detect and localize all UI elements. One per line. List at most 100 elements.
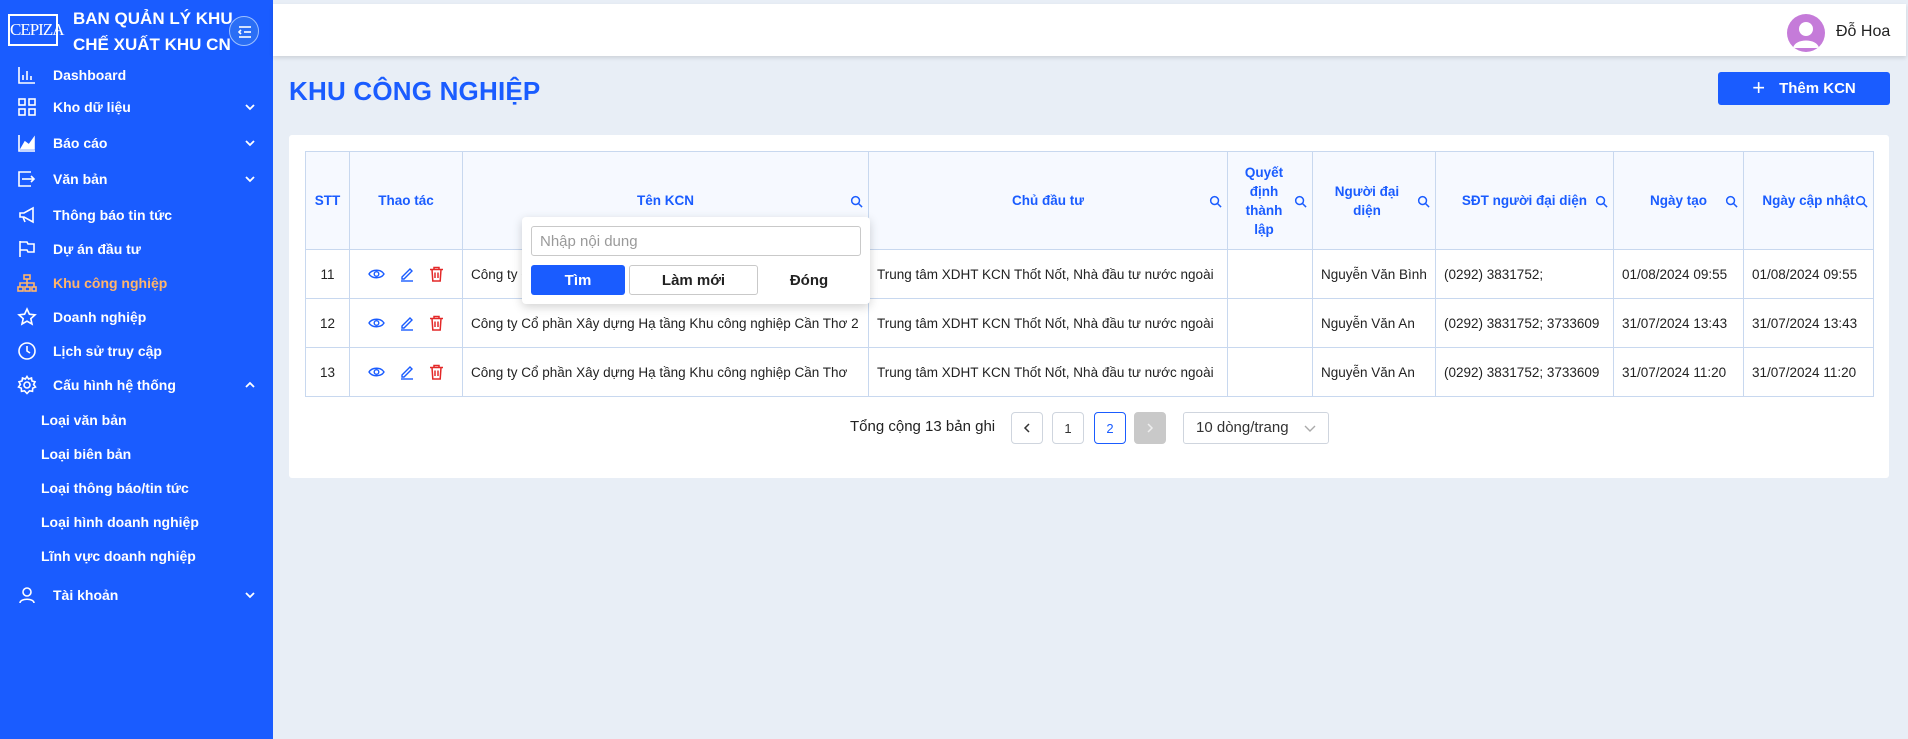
header-created: Ngày tạo — [1613, 151, 1744, 250]
sidebar-item-label: Thông báo tin tức — [53, 207, 173, 223]
cell-stt: 11 — [305, 249, 350, 299]
sidebar-subitem-minutes-types[interactable]: Loại biên bản — [41, 446, 261, 472]
column-search-icon[interactable] — [1294, 195, 1307, 208]
page-size-select[interactable]: 10 dòng/trang — [1183, 412, 1329, 444]
eye-icon[interactable] — [368, 317, 385, 329]
cell-decision — [1227, 249, 1313, 299]
grid-icon — [18, 98, 36, 116]
cell-actions — [349, 347, 463, 397]
sidebar-subitem-enterprise-fields[interactable]: Lĩnh vực doanh nghiệp — [41, 548, 261, 574]
chevron-down-icon — [1304, 425, 1316, 432]
pagination-page-1[interactable]: 1 — [1052, 412, 1084, 444]
sidebar-item-investment-projects[interactable]: Dự án đầu tư — [0, 234, 273, 264]
table-row: 13 Công ty Cổ phần Xây dựng Hạ tầng Khu … — [305, 347, 1874, 397]
column-search-icon[interactable] — [1855, 195, 1868, 208]
header-actions: Thao tác — [349, 151, 463, 250]
cell-actions — [349, 249, 463, 299]
chevron-down-icon — [245, 104, 255, 111]
delete-icon[interactable] — [429, 315, 444, 331]
cell-representative: Nguyễn Văn An — [1312, 298, 1436, 348]
cell-decision — [1227, 298, 1313, 348]
pagination-page-2[interactable]: 2 — [1094, 412, 1126, 444]
header-name-label: Tên KCN — [637, 193, 694, 208]
sidebar-item-label: Văn bản — [53, 171, 108, 187]
plus-icon: + — [1752, 74, 1766, 100]
user-icon — [19, 587, 35, 604]
sidebar-item-account[interactable]: Tài khoản — [0, 580, 273, 610]
cell-stt: 12 — [305, 298, 350, 348]
delete-icon[interactable] — [429, 364, 444, 380]
column-search-icon[interactable] — [1725, 195, 1738, 208]
chevron-up-icon — [245, 381, 255, 388]
delete-icon[interactable] — [429, 266, 444, 282]
brand: CEPIZA BAN QUẢN LÝ KHU CHẾ XUẤT KHU CN — [0, 0, 273, 60]
sidebar-item-industrial-zones[interactable]: Khu công nghiệp — [0, 268, 273, 298]
sidebar-item-data-store[interactable]: Kho dữ liệu — [0, 92, 273, 122]
sidebar-item-documents[interactable]: Văn bản — [0, 164, 273, 194]
sidebar-subitem-news-types[interactable]: Loại thông báo/tin tức — [41, 480, 261, 506]
sidebar-item-system-config[interactable]: Cấu hình hệ thống — [0, 370, 273, 400]
flag-icon — [19, 241, 35, 257]
cluster-icon — [17, 274, 37, 292]
cell-decision — [1227, 347, 1313, 397]
column-search-icon[interactable] — [1417, 195, 1430, 208]
brand-title: BAN QUẢN LÝ KHU CHẾ XUẤT KHU CN — [73, 6, 243, 58]
pagination-next-button[interactable] — [1134, 412, 1166, 444]
add-kcn-button[interactable]: + Thêm KCN — [1718, 72, 1890, 105]
column-search-input[interactable] — [531, 226, 861, 256]
column-search-icon[interactable] — [850, 195, 863, 208]
sidebar-item-label: Dashboard — [53, 67, 127, 83]
sidebar-item-reports[interactable]: Báo cáo — [0, 128, 273, 158]
avatar[interactable] — [1787, 14, 1825, 52]
chevron-right-icon — [1147, 423, 1154, 433]
cell-representative: Nguyễn Văn Bình — [1312, 249, 1436, 299]
edit-icon[interactable] — [399, 266, 415, 282]
sidebar-item-dashboard[interactable]: Dashboard — [0, 60, 273, 90]
menu-toggle-button[interactable] — [229, 16, 259, 46]
header-decision-label: Quyết định thành lập — [1244, 164, 1284, 237]
sidebar-item-label: Cấu hình hệ thống — [53, 377, 176, 393]
cell-phone: (0292) 3831752; 3733609 — [1435, 347, 1614, 397]
sidebar-item-news[interactable]: Thông báo tin tức — [0, 200, 273, 230]
sidebar-subitem-document-types[interactable]: Loại văn bản — [41, 412, 261, 438]
sidebar-item-label: Khu công nghiệp — [53, 275, 168, 291]
cell-updated: 31/07/2024 13:43 — [1743, 298, 1874, 348]
header-phone-label: SĐT người đại diện — [1461, 193, 1588, 208]
search-close-button[interactable]: Đóng — [762, 265, 856, 295]
chevron-down-icon — [245, 176, 255, 183]
search-find-button[interactable]: Tìm — [531, 265, 625, 295]
cell-name: Công ty Cổ phần Xây dựng Hạ tầng Khu côn… — [462, 347, 869, 397]
pagination-prev-button[interactable] — [1011, 412, 1043, 444]
eye-icon[interactable] — [368, 268, 385, 280]
column-search-icon[interactable] — [1595, 195, 1608, 208]
cell-stt: 13 — [305, 347, 350, 397]
header-investor-label: Chủ đầu tư — [1011, 193, 1084, 208]
eye-icon[interactable] — [368, 366, 385, 378]
user-avatar-icon — [1793, 22, 1819, 48]
add-kcn-label: Thêm KCN — [1779, 80, 1856, 97]
sidebar-item-enterprises[interactable]: Doanh nghiệp — [0, 302, 273, 332]
user-name[interactable]: Đỗ Hoa — [1836, 23, 1890, 41]
menu-fold-icon — [237, 26, 251, 38]
edit-icon[interactable] — [399, 315, 415, 331]
header-representative-label: Người đại diện — [1334, 183, 1400, 218]
sidebar: CEPIZA BAN QUẢN LÝ KHU CHẾ XUẤT KHU CN D… — [0, 0, 273, 739]
table-row: 12 Công ty Cổ phần Xây dựng Hạ tầng Khu … — [305, 298, 1874, 348]
brand-title-line1: BAN QUẢN LÝ KHU — [73, 9, 233, 28]
search-reset-button[interactable]: Làm mới — [629, 265, 758, 295]
brand-logo: CEPIZA — [8, 14, 65, 46]
sidebar-item-label: Doanh nghiệp — [53, 309, 147, 325]
header-stt: STT — [305, 151, 350, 250]
sidebar-item-access-history[interactable]: Lịch sử truy cập — [0, 336, 273, 366]
top-bar — [273, 4, 1906, 56]
edit-icon[interactable] — [399, 364, 415, 380]
sidebar-item-label: Kho dữ liệu — [53, 99, 131, 115]
chevron-down-icon — [245, 592, 255, 599]
header-updated-label: Ngày cập nhật — [1762, 193, 1855, 208]
bar-chart-icon — [18, 67, 35, 84]
column-search-icon[interactable] — [1209, 195, 1222, 208]
star-icon — [17, 307, 37, 326]
column-search-popup: Tìm Làm mới Đóng — [522, 217, 870, 304]
header-updated: Ngày cập nhật — [1743, 151, 1874, 250]
sidebar-subitem-enterprise-types[interactable]: Loại hình doanh nghiệp — [41, 514, 261, 540]
